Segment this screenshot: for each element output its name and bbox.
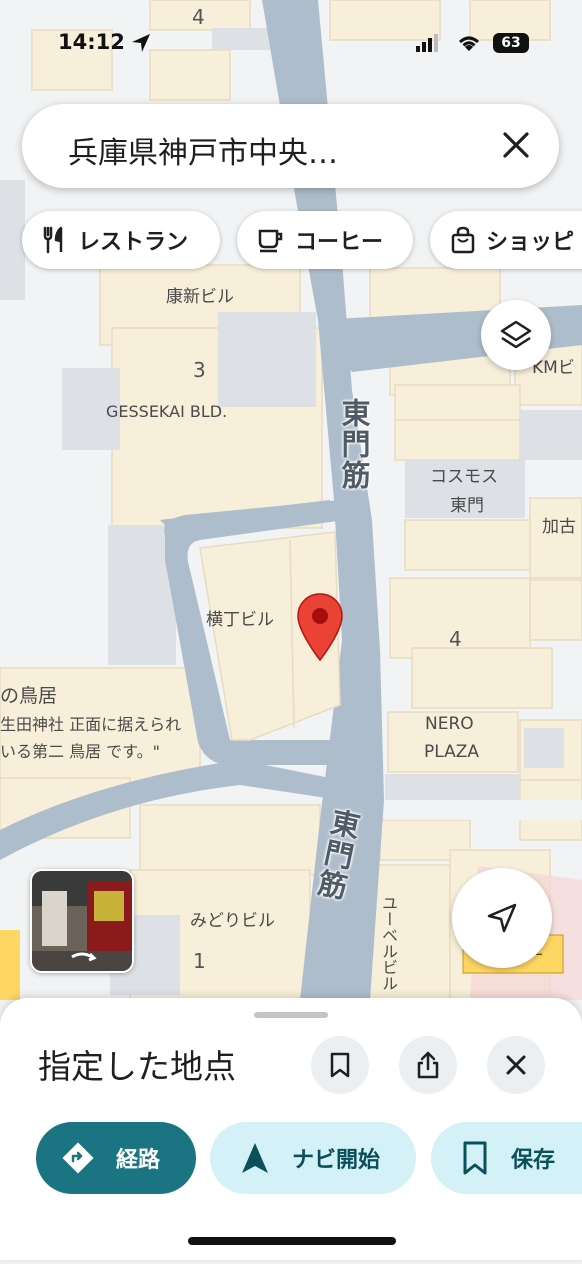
my-location-button[interactable]: [452, 868, 552, 968]
map-label-km-building: KMビ: [532, 358, 575, 378]
close-icon: [506, 1055, 526, 1075]
map-block-number: 1: [193, 949, 206, 973]
map-label-cosmos-higashimon: 東門: [450, 496, 484, 516]
map-label-nero: NERO: [425, 714, 474, 734]
bookmark-icon: [463, 1141, 487, 1175]
layers-button[interactable]: [481, 300, 551, 370]
cellular-signal-icon: [416, 34, 438, 52]
chip-restaurant[interactable]: レストラン: [22, 211, 220, 269]
map-label-nero-plaza: PLAZA: [424, 742, 480, 762]
share-icon: [417, 1051, 439, 1079]
restaurant-icon: [43, 226, 63, 254]
map-block-number: 3: [193, 358, 206, 382]
save-button[interactable]: 保存: [431, 1122, 582, 1194]
share-button[interactable]: [399, 1036, 457, 1094]
wifi-icon: [459, 36, 479, 51]
start-navigation-button[interactable]: ナビ開始: [210, 1122, 416, 1194]
map-label-ikuta-shrine: 生田神社 正面に据えられ: [0, 715, 182, 734]
map-label-yokocho-building: 横丁ビル: [206, 610, 274, 630]
directions-button[interactable]: 経路: [36, 1122, 196, 1194]
street-view-image: [32, 871, 132, 971]
close-icon[interactable]: [499, 128, 533, 162]
battery-icon: 63: [493, 33, 529, 53]
close-sheet-button[interactable]: [487, 1036, 545, 1094]
chip-coffee[interactable]: コーヒー: [237, 211, 413, 269]
navigation-arrow-icon: [487, 903, 517, 933]
coffee-icon: [258, 229, 283, 253]
directions-icon: [62, 1142, 94, 1174]
chip-shopping[interactable]: ショッピ: [430, 211, 582, 269]
status-time: 14:12: [58, 30, 125, 54]
map-label-kako: 加古: [542, 517, 576, 537]
battery-level: 63: [501, 35, 521, 51]
chip-label: ショッピ: [486, 230, 575, 255]
map-label-gessekai-building: GESSEKAI BLD.: [106, 402, 228, 421]
chip-label: レストラン: [78, 230, 189, 255]
location-arrow-icon: [132, 34, 150, 52]
save-label: 保存: [511, 1148, 556, 1173]
search-bar[interactable]: 兵庫県神戸市中央…: [22, 104, 559, 188]
directions-label: 経路: [116, 1148, 161, 1173]
map-label-second-torii: いる第二 鳥居 です。": [0, 742, 160, 761]
map-label-yubel-building: ユーベルビル: [379, 895, 398, 991]
location-pin-icon[interactable]: [296, 592, 344, 662]
layers-icon: [500, 320, 532, 349]
start-navigation-label: ナビ開始: [292, 1148, 381, 1173]
save-bookmark-button[interactable]: [311, 1036, 369, 1094]
road-label-higashimon-suji: 東門筋: [337, 398, 371, 491]
place-bottom-sheet[interactable]: 指定した地点 経路 ナビ開始 保存: [0, 998, 582, 1260]
street-view-thumbnail[interactable]: [30, 869, 134, 973]
search-query-text[interactable]: 兵庫県神戸市中央…: [68, 128, 338, 172]
map-label-cosmos: コスモス: [430, 467, 498, 487]
bookmark-icon: [330, 1052, 350, 1078]
map-label-kousin-building: 康新ビル: [166, 287, 234, 307]
chip-label: コーヒー: [295, 230, 384, 255]
sheet-drag-handle[interactable]: [254, 1012, 328, 1018]
map-block-number: 4: [449, 627, 462, 651]
home-indicator[interactable]: [188, 1237, 396, 1245]
navigation-arrow-icon: [242, 1143, 268, 1173]
map-label-midori-building: みどりビル: [190, 911, 275, 931]
status-bar: 14:12 63: [0, 0, 582, 86]
map-label-torii: の鳥居: [0, 685, 58, 707]
shopping-bag-icon: [451, 226, 475, 254]
place-title: 指定した地点: [38, 1047, 236, 1086]
